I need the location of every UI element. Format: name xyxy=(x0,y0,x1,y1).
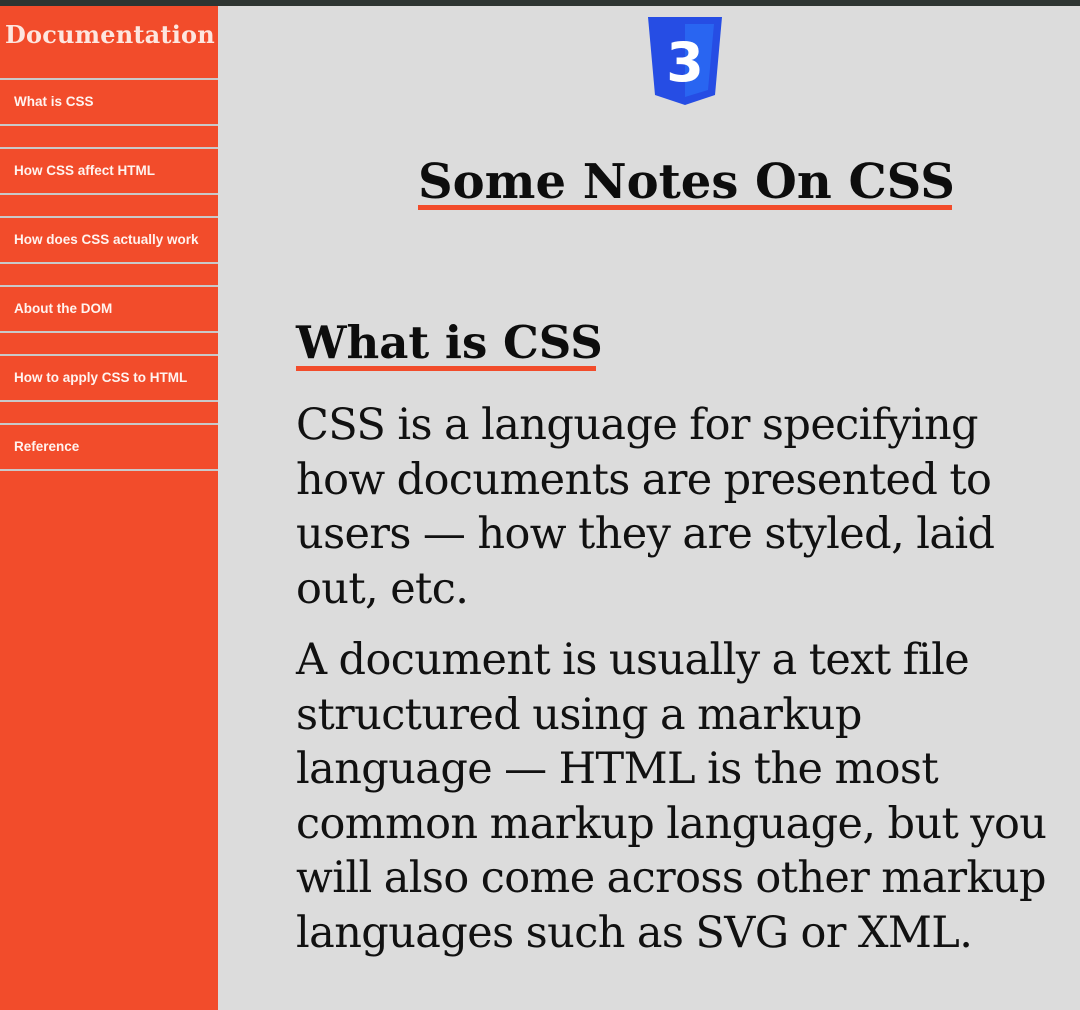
sidebar-item-about-dom[interactable]: About the DOM xyxy=(0,285,218,333)
title-underline xyxy=(418,205,952,210)
sidebar-item-reference[interactable]: Reference xyxy=(0,423,218,471)
paragraph-document-definition: A document is usually a text file struct… xyxy=(296,635,1047,958)
page-title: Some Notes On CSS xyxy=(418,154,955,210)
sidebar-title: Documentation xyxy=(5,20,215,49)
sidebar-item-label: How CSS affect HTML xyxy=(14,163,156,178)
sidebar-item-label: What is CSS xyxy=(14,94,94,109)
sidebar-item-label: Reference xyxy=(14,439,80,454)
sidebar-item-label: How does CSS actually work xyxy=(14,232,199,247)
paragraph-css-definition: CSS is a language for specifying how doc… xyxy=(296,400,995,614)
logo-glyph: 3 xyxy=(666,31,704,94)
sidebar-item-how-css-affect-html[interactable]: How CSS affect HTML xyxy=(0,147,218,195)
sidebar-item-apply-css[interactable]: How to apply CSS to HTML xyxy=(0,354,218,402)
sidebar-nav: Documentation What is CSS How CSS affect… xyxy=(0,6,218,1010)
sidebar-item-label: About the DOM xyxy=(14,301,113,316)
sidebar-item-how-css-works[interactable]: How does CSS actually work xyxy=(0,216,218,264)
css3-logo-icon: 3 xyxy=(648,17,722,105)
sidebar-item-label: How to apply CSS to HTML xyxy=(14,370,188,385)
sidebar-item-what-is-css[interactable]: What is CSS xyxy=(0,78,218,126)
section-heading-what-is-css: What is CSS xyxy=(296,316,603,369)
section-underline xyxy=(296,366,596,371)
